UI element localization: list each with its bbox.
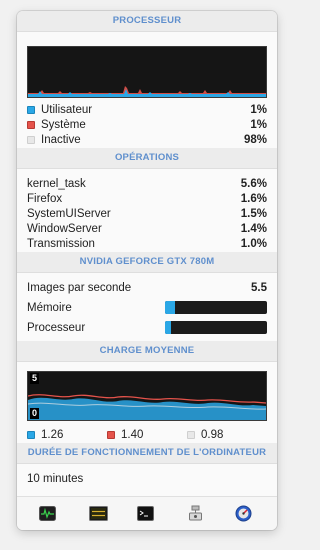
- load-graph-svg: [28, 394, 266, 420]
- system-swatch: [27, 121, 35, 129]
- cpu-user-value: 1%: [250, 104, 267, 116]
- load-5min-value: 1.40: [121, 429, 144, 441]
- process-name: SystemUIServer: [27, 208, 111, 220]
- gpu-fps-row: Images par seconde 5.5: [27, 281, 267, 296]
- operations-section-header: OPÉRATIONS: [17, 148, 277, 169]
- load-1min-swatch: [27, 431, 35, 439]
- gpu-fps-value: 5.5: [251, 282, 267, 294]
- load-1min-value: 1.26: [41, 429, 64, 441]
- process-name: kernel_task: [27, 178, 86, 190]
- istat-menu-panel: PROCESSEUR Utilisateur 1% Système 1% Ina…: [17, 11, 277, 530]
- process-row[interactable]: WindowServer 1.4%: [27, 222, 267, 237]
- gpu-processor-label: Processeur: [27, 322, 86, 334]
- user-swatch: [27, 106, 35, 114]
- load-scale-max: 5: [30, 373, 40, 384]
- system-info-icon[interactable]: [187, 505, 204, 522]
- process-row[interactable]: Firefox 1.6%: [27, 192, 267, 207]
- cpu-legend-user: Utilisateur 1%: [27, 103, 267, 118]
- activity-monitor-icon[interactable]: [39, 505, 56, 522]
- gpu-processor-bar: [165, 321, 267, 334]
- cpu-system-label: Système: [41, 119, 86, 131]
- cpu-history-graph: [27, 46, 267, 98]
- gpu-memory-bar: [165, 301, 267, 314]
- process-row[interactable]: kernel_task 5.6%: [27, 177, 267, 192]
- cpu-graph-svg: [28, 86, 266, 97]
- load-legend: 1.26 1.40 0.98: [27, 428, 267, 442]
- process-row[interactable]: Transmission 1.0%: [27, 237, 267, 252]
- process-row[interactable]: SystemUIServer 1.5%: [27, 207, 267, 222]
- process-name: Transmission: [27, 238, 95, 250]
- terminal-icon[interactable]: [137, 505, 154, 522]
- process-name: Firefox: [27, 193, 63, 205]
- cpu-user-label: Utilisateur: [41, 104, 93, 116]
- idle-swatch: [27, 136, 35, 144]
- process-cpu: 1.5%: [240, 208, 267, 220]
- console-icon[interactable]: [89, 505, 108, 522]
- gpu-section-header: NVIDIA GEFORCE GTX 780M: [17, 252, 277, 273]
- process-cpu: 1.4%: [240, 223, 267, 235]
- process-cpu: 1.6%: [240, 193, 267, 205]
- cpu-section-header: PROCESSEUR: [17, 11, 277, 32]
- load-scale-min: 0: [30, 408, 40, 419]
- cpu-idle-value: 98%: [243, 134, 267, 146]
- load-5min: 1.40: [107, 428, 143, 442]
- cpu-legend-idle: Inactive 98%: [27, 133, 267, 148]
- uptime-section-header: DURÉE DE FONCTIONNEMENT DE L'ORDINATEUR: [17, 443, 277, 464]
- load-1min: 1.26: [27, 428, 63, 442]
- process-cpu: 5.6%: [240, 178, 267, 190]
- gpu-processor-bar-fill: [165, 321, 172, 334]
- cpu-idle-label: Inactive: [41, 134, 81, 146]
- gpu-memory-label: Mémoire: [27, 302, 72, 314]
- load-section-header: CHARGE MOYENNE: [17, 341, 277, 362]
- process-name: WindowServer: [27, 223, 102, 235]
- load-15min: 0.98: [187, 428, 223, 442]
- load-15min-swatch: [187, 431, 195, 439]
- load-15min-value: 0.98: [201, 429, 224, 441]
- cpu-legend-system: Système 1%: [27, 118, 267, 133]
- uptime-row: 10 minutes: [27, 472, 267, 487]
- cpu-system-value: 1%: [250, 119, 267, 131]
- process-cpu: 1.0%: [240, 238, 267, 250]
- disk-utility-icon[interactable]: [235, 505, 252, 522]
- load-5min-swatch: [107, 431, 115, 439]
- uptime-value: 10 minutes: [27, 473, 84, 485]
- gpu-fps-label: Images par seconde: [27, 282, 132, 294]
- bottom-toolbar: [17, 496, 277, 530]
- load-history-graph: 5 0: [27, 371, 267, 421]
- gpu-memory-bar-fill: [165, 301, 176, 314]
